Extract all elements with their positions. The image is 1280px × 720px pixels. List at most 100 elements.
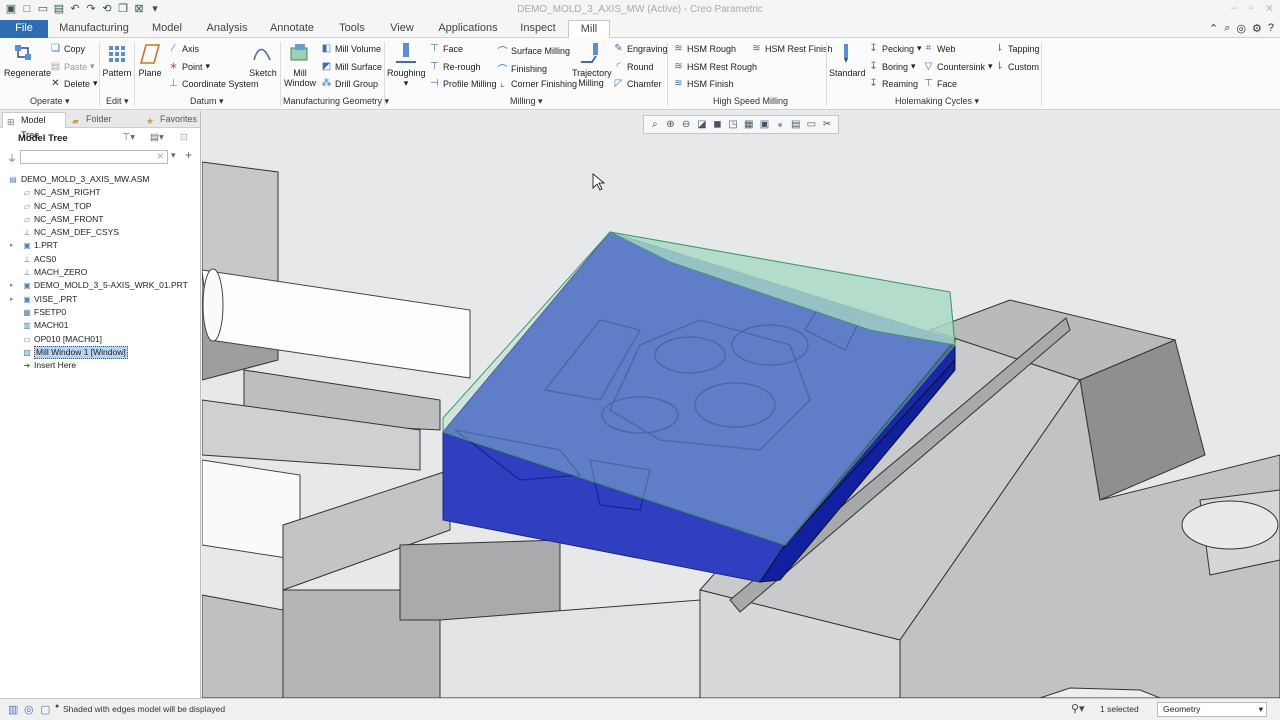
- datum-display-icon[interactable]: ⁎: [773, 119, 787, 130]
- pecking-button[interactable]: ↧ Pecking ▾: [868, 43, 921, 54]
- tree-node[interactable]: ▸ ▣ 1.PRT: [0, 239, 200, 252]
- tree-node[interactable]: ⊥ NC_ASM_DEF_CSYS: [0, 226, 200, 239]
- mill-volume-button[interactable]: ◧ Mill Volume: [321, 43, 381, 54]
- tab-view[interactable]: View: [384, 20, 420, 38]
- reaming-button[interactable]: ↧ Reaming: [868, 78, 918, 89]
- hsm-rough-button[interactable]: ≋ HSM Rough: [673, 43, 736, 54]
- group-edit[interactable]: Edit ▾: [106, 96, 129, 107]
- tree-node[interactable]: ⊥ ACS0: [0, 253, 200, 266]
- tab-manufacturing[interactable]: Manufacturing: [52, 20, 136, 38]
- expand-icon[interactable]: ▸: [10, 293, 14, 306]
- section-icon[interactable]: ✂: [820, 119, 834, 130]
- tab-applications[interactable]: Applications: [430, 20, 506, 38]
- zoom-out-icon[interactable]: ⊖: [679, 119, 693, 130]
- spin-center-icon[interactable]: ▭: [804, 119, 818, 130]
- surface-milling-button[interactable]: ⌒ Surface Milling: [497, 43, 571, 59]
- tapping-button[interactable]: ⇂ Tapping: [994, 43, 1039, 54]
- hsm-rest-rough-button[interactable]: ≋ HSM Rest Rough: [673, 61, 757, 72]
- sketch-button[interactable]: Sketch: [249, 42, 277, 78]
- minimize-icon[interactable]: –: [1231, 2, 1237, 15]
- group-datum[interactable]: Datum ▾: [190, 96, 224, 107]
- face-hole-button[interactable]: ⊤ Face: [923, 78, 957, 89]
- find-icon[interactable]: ⚲▾: [1071, 702, 1085, 715]
- roughing-button[interactable]: Roughing ▾: [387, 42, 426, 88]
- help-icon[interactable]: ?: [1268, 22, 1274, 35]
- standard-drill-button[interactable]: Standard: [829, 42, 866, 78]
- tree-node[interactable]: ▸ ▣ VISE_.PRT: [0, 293, 200, 306]
- tab-model[interactable]: Model: [143, 20, 191, 38]
- hsm-rest-finish-button[interactable]: ≋ HSM Rest Finish: [751, 43, 832, 54]
- tree-node[interactable]: ▧ Mill Window 1 [Window]: [0, 345, 200, 359]
- browser-icon[interactable]: ◎: [24, 703, 34, 716]
- axis-button[interactable]: ⁄ Axis: [168, 43, 199, 54]
- refit-icon[interactable]: ⌕: [648, 119, 662, 130]
- tab-mill[interactable]: Mill: [568, 20, 610, 39]
- face-milling-button[interactable]: ⊤ Face: [429, 43, 463, 54]
- rerough-button[interactable]: ⊤ Re-rough: [429, 61, 480, 72]
- perspective-icon[interactable]: ▣: [757, 119, 771, 130]
- selection-filter[interactable]: Geometry ▾: [1157, 702, 1267, 717]
- countersink-button[interactable]: ▽ Countersink ▾: [923, 61, 993, 72]
- drill-group-button[interactable]: ⁂ Drill Group: [321, 78, 379, 89]
- chamfer-button[interactable]: ◸ Chamfer: [613, 78, 662, 89]
- collapse-ribbon-icon[interactable]: ⌃: [1209, 22, 1218, 35]
- group-operate[interactable]: Operate ▾: [30, 96, 70, 107]
- csys-button[interactable]: ⊥ Coordinate System: [168, 78, 258, 89]
- corner-finishing-button[interactable]: ⌞ Corner Finishing: [497, 78, 577, 89]
- tree-node[interactable]: ▸ ▣ DEMO_MOLD_3_5-AXIS_WRK_01.PRT: [0, 279, 200, 292]
- repaint-icon[interactable]: ◪: [695, 119, 709, 130]
- search-input[interactable]: ✕: [20, 150, 168, 164]
- tree-node[interactable]: ▤ DEMO_MOLD_3_AXIS_MW.ASM: [0, 173, 200, 186]
- custom-button[interactable]: ⇂ Custom: [994, 61, 1039, 72]
- add-icon[interactable]: +: [185, 148, 192, 162]
- tree-filter-icon[interactable]: ⊡: [180, 132, 188, 143]
- view-manager-icon[interactable]: ▦: [742, 119, 756, 130]
- point-button[interactable]: ∗ Point ▾: [168, 61, 210, 72]
- zoom-in-icon[interactable]: ⊕: [663, 119, 677, 130]
- maximize-icon[interactable]: ▫: [1249, 2, 1253, 15]
- group-holemaking-cycles[interactable]: Holemaking Cycles ▾: [895, 96, 979, 107]
- selection-count[interactable]: 1 selected: [1100, 704, 1139, 714]
- expand-icon[interactable]: ▸: [10, 239, 14, 252]
- tree-node[interactable]: ▦ FSETP0: [0, 306, 200, 319]
- mill-surface-button[interactable]: ◩ Mill Surface: [321, 61, 382, 72]
- tab-favorites[interactable]: ★ Favorites: [142, 112, 198, 128]
- close-icon[interactable]: ✕: [1265, 2, 1274, 15]
- display-style-icon[interactable]: ◼: [710, 119, 724, 130]
- settings-icon[interactable]: ⚙: [1252, 22, 1262, 35]
- copy-button[interactable]: ❏ Copy: [50, 43, 85, 54]
- tree-node[interactable]: ▱ NC_ASM_FRONT: [0, 213, 200, 226]
- mill-window-button[interactable]: Mill Window: [283, 42, 317, 88]
- hsm-finish-button[interactable]: ≋ HSM Finish: [673, 78, 733, 89]
- expand-icon[interactable]: ▸: [10, 279, 14, 292]
- finishing-button[interactable]: ⌒ Finishing: [497, 61, 548, 77]
- round-button[interactable]: ◜ Round: [613, 61, 654, 72]
- group-milling[interactable]: Milling ▾: [510, 96, 543, 107]
- tree-node[interactable]: ▭ OP010 [MACH01]: [0, 333, 200, 346]
- fullscreen-icon[interactable]: ▢: [40, 703, 50, 716]
- plane-button[interactable]: Plane: [136, 42, 164, 78]
- tab-annotate[interactable]: Annotate: [264, 20, 320, 38]
- tree-node[interactable]: ➜ Insert Here: [0, 359, 200, 372]
- tab-inspect[interactable]: Inspect: [513, 20, 563, 38]
- regenerate-button[interactable]: Regenerate: [4, 42, 51, 78]
- command-search-icon[interactable]: ◎: [1236, 22, 1246, 35]
- trajectory-milling-button[interactable]: Trajectory Milling: [572, 42, 612, 88]
- chevron-down-icon[interactable]: ▾: [171, 150, 176, 161]
- settings-icon[interactable]: ▤▾: [150, 132, 164, 143]
- tree-node[interactable]: ▱ NC_ASM_TOP: [0, 200, 200, 213]
- tab-file[interactable]: File: [0, 20, 48, 38]
- web-button[interactable]: ⌗ Web: [923, 43, 956, 54]
- saved-orientations-icon[interactable]: ◳: [726, 119, 740, 130]
- boring-button[interactable]: ↧ Boring ▾: [868, 61, 915, 72]
- tab-model-tree[interactable]: ⊞ Model Tree: [2, 112, 66, 140]
- show-navigator-icon[interactable]: ▥: [8, 703, 18, 716]
- columns-icon[interactable]: ⊤▾: [122, 132, 135, 143]
- delete-button[interactable]: ✕ Delete ▾: [50, 78, 97, 89]
- annotation-display-icon[interactable]: ▤: [789, 119, 803, 130]
- tab-folder-browser[interactable]: ▰ Folder Browser: [68, 112, 138, 128]
- pattern-button[interactable]: Pattern: [101, 42, 133, 78]
- clear-icon[interactable]: ✕: [156, 151, 164, 162]
- paste-button[interactable]: ▤ Paste ▾: [50, 61, 95, 72]
- filter-icon[interactable]: ⏚: [7, 150, 17, 165]
